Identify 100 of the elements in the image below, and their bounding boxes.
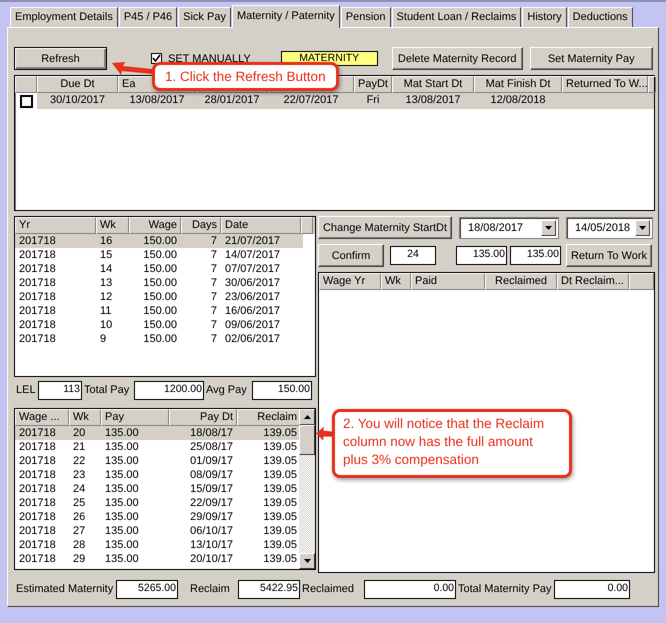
table-cell: 135.00 xyxy=(105,455,139,467)
checkbox-label: SET MANUALLY xyxy=(168,52,251,64)
table-cell: 139.05 xyxy=(263,553,297,565)
callout-tooltip: 1. Click the Refresh Button xyxy=(152,62,339,91)
field-label: Estimated Maternity xyxy=(15,583,114,595)
table-cell: 12/08/2018 xyxy=(490,94,546,106)
table-cell: 06/10/17 xyxy=(190,525,233,537)
table-cell: 201718 xyxy=(19,305,56,317)
table-cell: 139.05 xyxy=(263,511,297,523)
table-cell: 150.00 xyxy=(143,249,177,261)
table-cell: 201718 xyxy=(19,277,56,289)
table-cell: 7 xyxy=(210,333,217,345)
table-cell: 07/07/2017 xyxy=(225,263,280,275)
table-cell: 20/10/17 xyxy=(190,553,233,565)
field-label: Total Maternity Pay xyxy=(457,583,553,595)
table-cell: 150.00 xyxy=(143,319,177,331)
table-cell: 201718 xyxy=(19,455,56,467)
table-cell: 15/09/17 xyxy=(190,483,233,495)
table-cell: 18/08/17 xyxy=(190,427,233,439)
table-cell: 21 xyxy=(73,441,86,453)
table-cell: 135.00 xyxy=(105,427,139,439)
callout-tooltip: 2. You will notice that the Reclaim column now has the full amount plus 3% compensation xyxy=(332,409,572,478)
table-cell: 139.05 xyxy=(263,469,297,481)
table-cell: 7 xyxy=(210,277,217,289)
table-cell: 11 xyxy=(100,305,112,317)
table-cell: 201718 xyxy=(19,553,56,565)
field-label: Reclaim xyxy=(189,583,231,595)
table-cell: Fri xyxy=(366,94,380,106)
table-cell: 7 xyxy=(210,291,217,303)
table-cell: 02/06/2017 xyxy=(225,333,280,345)
table-cell: 09/06/2017 xyxy=(225,319,280,331)
table-cell: 29/09/17 xyxy=(190,511,233,523)
table-cell: 23 xyxy=(73,469,86,481)
table-cell: 135.00 xyxy=(105,511,139,523)
table-cell: 21/07/2017 xyxy=(225,235,280,247)
table-cell: 26 xyxy=(73,511,86,523)
table-cell: 7 xyxy=(210,249,217,261)
table-cell: 30/06/2017 xyxy=(225,277,280,289)
table-cell: 150.00 xyxy=(143,277,177,289)
table-cell: 150.00 xyxy=(143,235,177,247)
table-cell: 201718 xyxy=(19,291,56,303)
table-cell: 13/08/2017 xyxy=(129,94,185,106)
table-cell: 01/09/17 xyxy=(190,455,233,467)
table-cell: 14/07/2017 xyxy=(225,249,280,261)
table-cell: 22 xyxy=(73,455,86,467)
table-cell: 139.05 xyxy=(263,525,297,537)
table-cell: 16/06/2017 xyxy=(225,305,280,317)
table-cell: 13/08/2017 xyxy=(405,94,461,106)
table-cell: 201718 xyxy=(19,427,56,439)
table-cell: 13/10/17 xyxy=(190,539,233,551)
table-cell: 201718 xyxy=(19,525,56,537)
table-cell: 135.00 xyxy=(105,497,139,509)
table-cell: 150.00 xyxy=(143,333,177,345)
table-cell: 201718 xyxy=(19,249,56,261)
table-cell: 201718 xyxy=(19,319,56,331)
table-cell: 13 xyxy=(100,277,112,289)
field-label: Avg Pay xyxy=(205,384,248,396)
table-cell: 30/10/2017 xyxy=(50,94,106,106)
table-cell: 135.00 xyxy=(105,483,139,495)
table-cell: 08/09/17 xyxy=(190,469,233,481)
table-cell: 7 xyxy=(210,319,217,331)
table-cell: 28/01/2017 xyxy=(204,94,260,106)
table-cell: 201718 xyxy=(19,469,56,481)
table-cell: 135.00 xyxy=(105,469,139,481)
table-cell: 7 xyxy=(210,263,217,275)
table-cell: 139.05 xyxy=(263,483,297,495)
field-label: LEL xyxy=(15,384,37,396)
table-cell: 139.05 xyxy=(263,539,297,551)
table-cell: 201718 xyxy=(19,441,56,453)
field-label: Total Pay xyxy=(83,384,130,396)
table-cell: 10 xyxy=(100,319,112,331)
table-cell: 139.05 xyxy=(263,427,297,439)
table-cell: 27 xyxy=(73,525,86,537)
table-cell: 201718 xyxy=(19,263,56,275)
table-cell: 150.00 xyxy=(143,291,177,303)
table-cell: 25 xyxy=(73,497,86,509)
table-cell: 22/09/17 xyxy=(190,497,233,509)
table-cell: 16 xyxy=(100,235,112,247)
table-cell: 135.00 xyxy=(105,553,139,565)
table-cell: 201718 xyxy=(19,539,56,551)
table-cell: 201718 xyxy=(19,497,56,509)
table-cell: 7 xyxy=(210,305,217,317)
table-cell: 24 xyxy=(73,483,86,495)
table-cell: 139.05 xyxy=(263,455,297,467)
table-cell: 135.00 xyxy=(105,525,139,537)
table-cell: 28 xyxy=(73,539,86,551)
table-cell: 201718 xyxy=(19,483,56,495)
table-cell: 135.00 xyxy=(105,441,139,453)
table-cell: 7 xyxy=(210,235,217,247)
table-cell: 15 xyxy=(100,249,112,261)
table-cell: 25/08/17 xyxy=(190,441,233,453)
table-cell: 201718 xyxy=(19,333,56,345)
table-cell: 22/07/2017 xyxy=(283,94,339,106)
table-cell: 29 xyxy=(73,553,86,565)
table-cell: 12 xyxy=(100,291,112,303)
table-cell: 139.05 xyxy=(263,441,297,453)
table-cell: 139.05 xyxy=(263,497,297,509)
table-cell: 14 xyxy=(100,263,112,275)
table-cell: 201718 xyxy=(19,511,56,523)
table-cell: 135.00 xyxy=(105,539,139,551)
